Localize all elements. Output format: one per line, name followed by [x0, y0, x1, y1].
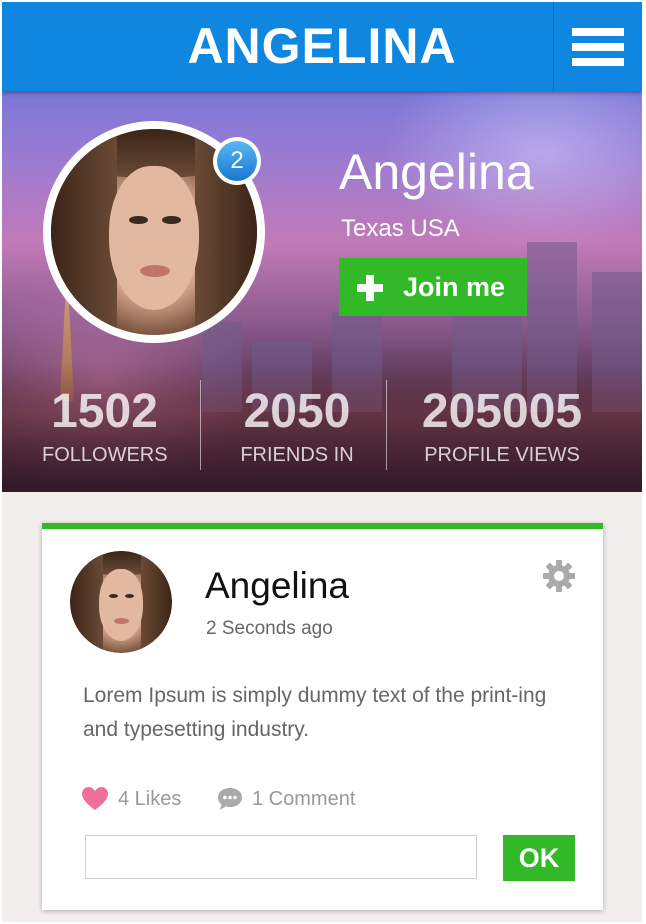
- profile-location: Texas USA: [341, 215, 460, 242]
- likes-count: 4 Likes: [118, 788, 182, 810]
- comments-count: 1 Comment: [252, 788, 356, 810]
- stat-friends[interactable]: 2050 FRIENDS IN: [222, 384, 372, 470]
- heart-icon: [82, 787, 108, 810]
- stat-profile-views[interactable]: 205005 PROFILE VIEWS: [407, 384, 597, 470]
- notification-badge[interactable]: 2: [213, 137, 261, 185]
- join-me-label: Join me: [403, 272, 506, 302]
- comment-input[interactable]: [85, 835, 477, 879]
- avatar-photo: [70, 551, 172, 653]
- profile-name: Angelina: [339, 144, 534, 200]
- post-author-avatar[interactable]: [70, 551, 172, 653]
- stat-value: 1502: [51, 385, 158, 438]
- stat-divider: [200, 380, 201, 470]
- menu-line: [572, 28, 624, 36]
- stat-label: PROFILE VIEWS: [424, 444, 580, 466]
- post-timestamp: 2 Seconds ago: [206, 618, 333, 639]
- app-frame: ANGELINA 2 Angelina Texas USA Join me 15…: [2, 2, 642, 922]
- plus-icon: [357, 275, 383, 301]
- post-author-name[interactable]: Angelina: [205, 567, 349, 604]
- post-card: Angelina 2 Seconds ago Lorem Ipsum is si…: [42, 523, 603, 910]
- notification-count: 2: [217, 141, 257, 181]
- ok-button[interactable]: OK: [503, 835, 575, 881]
- stat-label: FOLLOWERS: [42, 444, 168, 466]
- speech-bubble-icon: [218, 788, 242, 810]
- hamburger-menu-icon[interactable]: [554, 2, 642, 91]
- menu-line: [572, 43, 624, 51]
- join-me-button[interactable]: Join me: [339, 258, 527, 316]
- stat-value: 205005: [421, 385, 583, 438]
- post-body-text: Lorem Ipsum is simply dummy text of the …: [83, 684, 547, 741]
- gear-icon[interactable]: [542, 559, 576, 593]
- stat-divider: [386, 380, 387, 470]
- menu-line: [572, 58, 624, 66]
- stat-followers[interactable]: 1502 FOLLOWERS: [42, 384, 168, 470]
- stat-value: 2050: [243, 385, 351, 438]
- top-app-bar: ANGELINA: [2, 2, 642, 91]
- app-title: ANGELINA: [187, 18, 457, 74]
- stat-label: FRIENDS IN: [240, 444, 354, 466]
